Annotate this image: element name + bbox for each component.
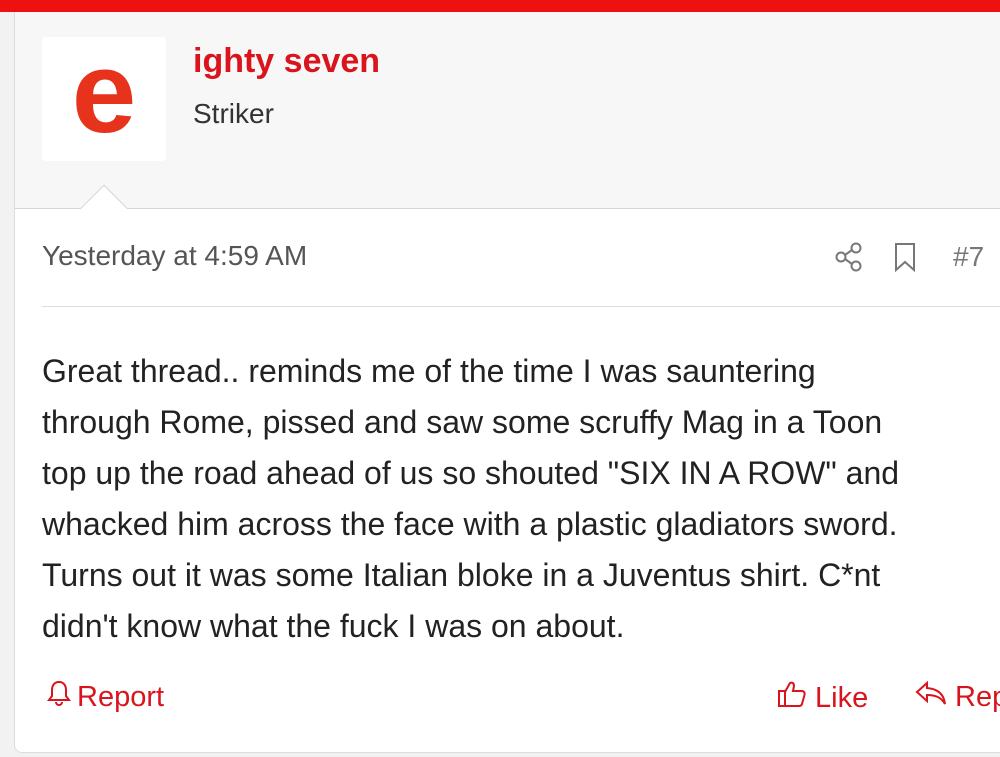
message-line: top up the road ahead of us so shouted "…: [42, 455, 900, 491]
post-header-actions: #7: [835, 241, 984, 273]
message-line: whacked him across the face with a plast…: [42, 506, 898, 542]
top-accent-bar: [0, 0, 1000, 12]
thumbs-up-icon: [777, 679, 807, 717]
like-button[interactable]: Like: [777, 679, 868, 717]
report-label: Report: [77, 680, 165, 713]
like-label: Like: [815, 681, 869, 714]
message-line: Turns out it was some Italian bloke in a…: [42, 557, 881, 593]
report-button[interactable]: Report: [47, 679, 164, 715]
bell-icon: [47, 679, 71, 715]
post-divider: [42, 306, 1000, 307]
reply-label: Reply: [955, 680, 1000, 713]
post-number[interactable]: #7: [953, 241, 984, 273]
bookmark-icon[interactable]: [893, 242, 917, 272]
user-title: Striker: [193, 98, 274, 129]
message-line: didn't know what the fuck I was on about…: [42, 608, 625, 644]
share-icon[interactable]: [835, 242, 863, 272]
message-line: through Rome, pissed and saw some scruff…: [42, 404, 883, 440]
reply-button[interactable]: Reply: [915, 679, 1000, 715]
post-user-section: e ighty seven Striker: [15, 12, 1000, 209]
post-card: e ighty seven Striker Yesterday at 4:59 …: [14, 12, 1000, 753]
user-section-arrow: [79, 184, 127, 209]
username[interactable]: ighty seven: [193, 42, 380, 81]
reply-icon: [915, 679, 947, 715]
post-message: Great thread.. reminds me of the time I …: [42, 346, 1000, 652]
avatar[interactable]: e: [42, 27, 166, 161]
message-line: Great thread.. reminds me of the time I …: [42, 353, 816, 389]
post-date[interactable]: Yesterday at 4:59 AM: [42, 240, 307, 272]
avatar-letter: e: [71, 27, 137, 157]
